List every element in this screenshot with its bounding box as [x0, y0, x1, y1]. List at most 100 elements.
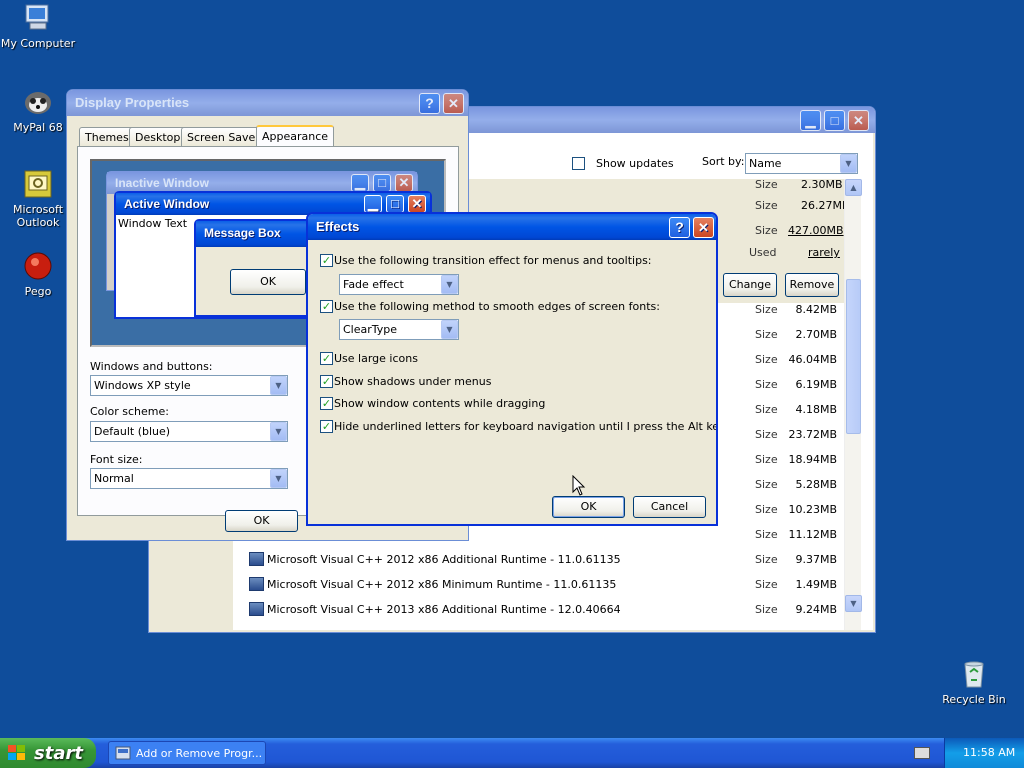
maximize-button[interactable]: □ [824, 110, 845, 131]
smooth-fonts-value: ClearType [343, 323, 398, 336]
chevron-down-icon: ▼ [441, 275, 458, 294]
drag-contents-label: Show window contents while dragging [334, 397, 546, 410]
size-label: Size [755, 503, 778, 516]
menu-shadows-label: Show shadows under menus [334, 375, 492, 388]
start-label: start [34, 743, 83, 764]
drag-contents-checkbox[interactable]: ✓ [320, 397, 333, 410]
desktop-icon-outlook[interactable]: Microsoft Outlook [0, 168, 76, 229]
size-label: Size [755, 528, 778, 541]
minimize-button[interactable]: ▁ [800, 110, 821, 131]
size-label: Size [755, 224, 778, 237]
desktop-icon-label: MyPal 68 [13, 121, 63, 134]
clock[interactable]: 11:58 AM [963, 746, 1015, 759]
used-value-link[interactable]: rarely [808, 246, 840, 259]
large-icons-checkbox[interactable]: ✓ [320, 352, 333, 365]
display-ok-button[interactable]: OK [225, 510, 298, 532]
program-list-scrollbar[interactable]: ▲ ▼ [844, 179, 862, 630]
size-value: 8.42MB [795, 303, 837, 316]
effects-title-bar[interactable]: Effects ? ✕ [308, 214, 716, 240]
program-row[interactable]: Microsoft Visual C++ 2012 x86 Minimum Ru… [245, 573, 857, 598]
close-button[interactable]: ✕ [443, 93, 464, 114]
tab-desktop[interactable]: Desktop [129, 127, 187, 146]
keyboard-tray-icon[interactable] [914, 747, 930, 759]
mouse-cursor-icon [572, 475, 586, 496]
desktop-icon-my-computer[interactable]: My Computer [0, 2, 76, 50]
hide-underline-checkbox[interactable]: ✓ [320, 420, 333, 433]
program-name: Microsoft Visual C++ 2013 x86 Additional… [267, 603, 621, 616]
smooth-fonts-select[interactable]: ClearType ▼ [339, 319, 459, 340]
close-button[interactable]: ✕ [848, 110, 869, 131]
size-value: 4.18MB [795, 403, 837, 416]
scroll-down-button[interactable]: ▼ [845, 595, 862, 612]
maximize-icon: □ [373, 174, 391, 192]
used-label: Used [749, 246, 777, 259]
effects-cancel-button[interactable]: Cancel [633, 496, 706, 518]
desktop-icon-pego[interactable]: Pego [0, 250, 76, 298]
font-size-label: Font size: [90, 453, 143, 466]
effects-dialog[interactable]: Effects ? ✕ ✓ Use the following transiti… [306, 212, 718, 526]
desktop-icon-label: Pego [24, 285, 52, 298]
sort-by-select[interactable]: Name ▼ [745, 153, 858, 174]
tab-screen-saver[interactable]: Screen Saver [181, 127, 266, 146]
display-title: Display Properties [75, 95, 190, 110]
size-label: Size [755, 603, 778, 616]
program-installer-icon [249, 552, 264, 566]
desktop-icon-label: Recycle Bin [942, 693, 1006, 706]
help-button[interactable]: ? [419, 93, 440, 114]
color-scheme-label: Color scheme: [90, 405, 169, 418]
preview-msgbox-ok: OK [230, 269, 306, 295]
scroll-thumb[interactable] [846, 279, 861, 434]
tab-appearance[interactable]: Appearance [256, 125, 335, 147]
close-button[interactable]: ✕ [693, 217, 714, 238]
program-row[interactable]: Microsoft Visual C++ 2012 x86 Additional… [245, 548, 857, 573]
size-value: 6.19MB [795, 378, 837, 391]
maximize-icon: □ [386, 195, 404, 213]
size-label: Size [755, 578, 778, 591]
size-value-link[interactable]: 427.00MB [788, 224, 844, 237]
preview-active-title-text: Active Window [124, 197, 210, 211]
desktop-icon-mypal[interactable]: MyPal 68 [0, 86, 76, 134]
show-updates-checkbox[interactable]: ✓ [572, 157, 585, 170]
size-label: Size [755, 453, 778, 466]
size-value: 46.04MB [788, 353, 837, 366]
scroll-up-button[interactable]: ▲ [845, 179, 862, 196]
help-button[interactable]: ? [669, 217, 690, 238]
color-scheme-select[interactable]: Default (blue) ▼ [90, 421, 288, 442]
windows-buttons-select[interactable]: Windows XP style ▼ [90, 375, 288, 396]
change-button[interactable]: Change [723, 273, 777, 297]
remove-button[interactable]: Remove [785, 273, 839, 297]
effects-ok-button[interactable]: OK [552, 496, 625, 518]
taskbar-item-add-remove-programs[interactable]: Add or Remove Progr... [108, 741, 266, 765]
sort-by-value: Name [749, 157, 782, 170]
tab-themes[interactable]: Themes [79, 127, 135, 146]
minimize-icon: ▁ [351, 174, 369, 192]
chevron-down-icon: ▼ [270, 376, 287, 395]
tab-strip: Themes Desktop Screen Saver Appearance [77, 125, 467, 147]
raccoon-browser-icon [25, 92, 51, 114]
program-name: Microsoft Visual C++ 2012 x86 Minimum Ru… [267, 578, 617, 591]
large-icons-label: Use large icons [334, 352, 418, 365]
windows-logo-icon [8, 745, 25, 760]
computer-icon [25, 4, 49, 30]
program-name: Microsoft Visual C++ 2012 x86 Additional… [267, 553, 621, 566]
close-icon: ✕ [408, 195, 426, 213]
display-title-bar[interactable]: Display Properties ? ✕ [67, 90, 468, 116]
menu-shadows-checkbox[interactable]: ✓ [320, 375, 333, 388]
chevron-down-icon: ▼ [270, 469, 287, 488]
chevron-down-icon: ▼ [441, 320, 458, 339]
smooth-fonts-checkbox[interactable]: ✓ [320, 300, 333, 313]
system-tray: 11:58 AM [944, 738, 1024, 768]
program-row[interactable]: Microsoft Visual C++ 2013 x86 Additional… [245, 598, 857, 623]
transition-effect-select[interactable]: Fade effect ▼ [339, 274, 459, 295]
close-icon: ✕ [395, 174, 413, 192]
size-label: Size [755, 328, 778, 341]
smooth-fonts-label: Use the following method to smooth edges… [334, 300, 660, 313]
start-button[interactable]: start [0, 738, 96, 768]
transition-effect-checkbox[interactable]: ✓ [320, 254, 333, 267]
size-label: Size [755, 199, 778, 212]
size-value: 11.12MB [788, 528, 837, 541]
recycle-bin-icon [964, 661, 984, 688]
font-size-value: Normal [94, 472, 134, 485]
desktop-icon-recycle-bin[interactable]: Recycle Bin [936, 658, 1012, 706]
font-size-select[interactable]: Normal ▼ [90, 468, 288, 489]
